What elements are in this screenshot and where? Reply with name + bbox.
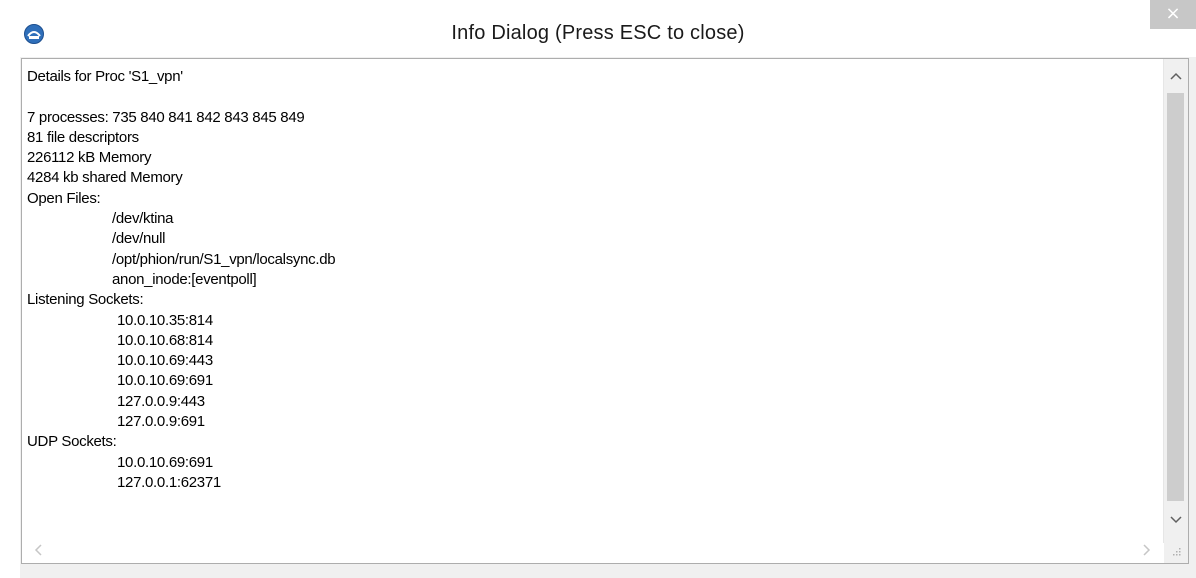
- scroll-down-icon[interactable]: [1164, 513, 1188, 533]
- details-textbox[interactable]: Details for Proc 'S1_vpn' 7 processes: 7…: [21, 58, 1189, 564]
- udp-sockets-label: UDP Sockets:: [27, 433, 117, 451]
- vertical-scrollbar[interactable]: [1163, 59, 1188, 544]
- listening-sockets-label: Listening Sockets:: [27, 291, 144, 309]
- title-bar[interactable]: Info Dialog (Press ESC to close) ×: [0, 0, 1196, 57]
- processes-line: 7 processes: 735 840 841 842 843 845 849: [27, 108, 305, 126]
- shared-memory-line: 4284 kb shared Memory: [27, 169, 183, 187]
- close-icon: ×: [1165, 3, 1181, 24]
- listening-socket-item: 10.0.10.69:443: [117, 352, 213, 370]
- listening-socket-item: 127.0.0.9:691: [117, 413, 205, 431]
- close-button[interactable]: ×: [1150, 0, 1196, 29]
- scroll-left-icon[interactable]: [28, 543, 48, 563]
- listening-socket-item: 10.0.10.69:691: [117, 372, 213, 390]
- open-file-item: anon_inode:[eventpoll]: [112, 270, 257, 288]
- details-text: Details for Proc 'S1_vpn' 7 processes: 7…: [27, 67, 1157, 493]
- vertical-scroll-thumb[interactable]: [1167, 93, 1184, 501]
- details-heading: Details for Proc 'S1_vpn': [27, 68, 183, 85]
- file-descriptors-line: 81 file descriptors: [27, 128, 139, 146]
- scroll-up-icon[interactable]: [1164, 69, 1188, 89]
- scroll-right-icon[interactable]: [1137, 543, 1157, 563]
- open-files-label: Open Files:: [27, 189, 101, 207]
- udp-socket-item: 10.0.10.69:691: [117, 453, 213, 471]
- udp-socket-item: 127.0.0.1:62371: [117, 473, 221, 491]
- listening-socket-item: 10.0.10.68:814: [117, 331, 213, 349]
- horizontal-scrollbar[interactable]: [22, 543, 1165, 563]
- listening-socket-item: 127.0.0.9:443: [117, 392, 205, 410]
- open-file-item: /opt/phion/run/S1_vpn/localsync.db: [112, 250, 336, 268]
- info-dialog-window: Info Dialog (Press ESC to close) × Detai…: [0, 0, 1196, 578]
- open-file-item: /dev/ktina: [112, 210, 174, 228]
- resize-grip-icon[interactable]: [1164, 543, 1188, 563]
- open-file-item: /dev/null: [112, 230, 166, 248]
- dialog-title: Info Dialog (Press ESC to close): [451, 22, 745, 44]
- listening-socket-item: 10.0.10.35:814: [117, 311, 213, 329]
- memory-line: 226112 kB Memory: [27, 149, 152, 167]
